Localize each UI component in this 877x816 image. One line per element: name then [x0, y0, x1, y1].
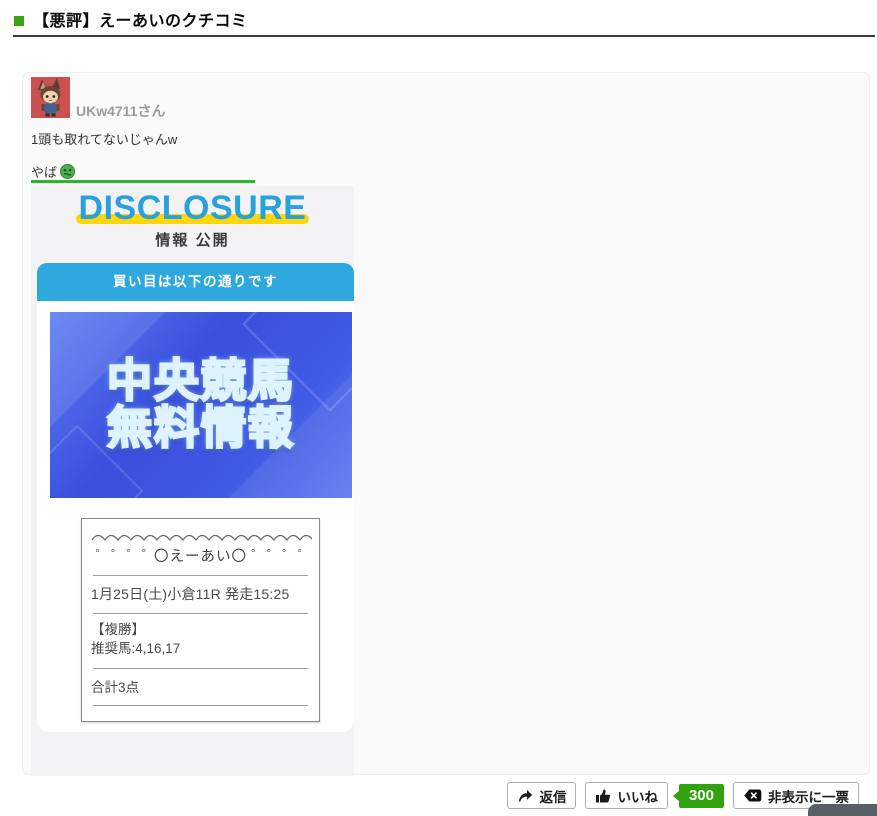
bet-ticket: ° ° ° °〇えーあい〇° ° ° ° 1月25日(土)小倉11R 発走15:…	[81, 518, 320, 722]
reply-arrow-icon	[517, 788, 533, 804]
promo-subheadline: 情報 公開	[31, 229, 354, 250]
scallop-divider	[91, 532, 312, 541]
ticket-title: 〇えーあい〇	[154, 549, 247, 565]
nauseated-face-emoji-icon	[60, 164, 75, 179]
ticket-divider	[93, 575, 308, 576]
ticket-horses: 推奨馬:4,16,17	[91, 640, 310, 659]
page-title: 【悪評】えーあいのクチコミ	[33, 7, 248, 31]
graphic-title: 中央競馬 無料情報	[107, 358, 295, 452]
comment-username: UKw4711さん	[76, 101, 165, 121]
review-card: UKw4711さん 1頭も取れてないじゃんw やば DISCLOSURE 情報 …	[22, 72, 870, 775]
like-button[interactable]: いいね	[585, 782, 668, 809]
like-count-badge: 300	[679, 784, 724, 808]
ticket-divider	[93, 705, 308, 706]
attached-promo-image[interactable]: DISCLOSURE 情報 公開 買い目は以下の通りです 中央競馬 無料情報	[31, 186, 354, 776]
ticket-divider	[93, 613, 308, 614]
remove-tag-icon	[743, 788, 762, 803]
promo-header: DISCLOSURE 情報 公開	[31, 186, 354, 250]
header-divider	[13, 35, 875, 37]
promo-panel: 買い目は以下の通りです 中央競馬 無料情報 ° ° ° °〇えーあい〇° ° °…	[37, 263, 354, 732]
promo-graphic: 中央競馬 無料情報	[50, 312, 352, 498]
promo-banner: 買い目は以下の通りです	[37, 263, 354, 301]
green-square-bullet-icon	[14, 16, 24, 26]
green-underline-divider	[31, 180, 255, 183]
ticket-bet-type: 【複勝】	[91, 621, 310, 640]
thumbs-up-icon	[595, 788, 611, 804]
reply-button[interactable]: 返信	[507, 782, 576, 809]
comment-text: 1頭も取れてないじゃんw	[31, 129, 177, 148]
ticket-bet-info: 【複勝】 推奨馬:4,16,17	[91, 621, 310, 659]
promo-headline: DISCLOSURE	[79, 191, 307, 225]
ticket-total: 合計3点	[91, 676, 310, 696]
ticket-race-info: 1月25日(土)小倉11R 発走15:25	[91, 584, 310, 604]
avatar	[31, 77, 70, 118]
comment-text-yaba: やば	[31, 162, 57, 181]
comment-action-bar: 返信 いいね 300 非表示に一票	[507, 782, 859, 809]
ticket-title-line: ° ° ° °〇えーあい〇° ° ° °	[91, 545, 310, 566]
scroll-widget-partial[interactable]	[808, 804, 877, 816]
comment-text-line2: やば	[31, 162, 75, 181]
ticket-divider	[93, 668, 308, 669]
